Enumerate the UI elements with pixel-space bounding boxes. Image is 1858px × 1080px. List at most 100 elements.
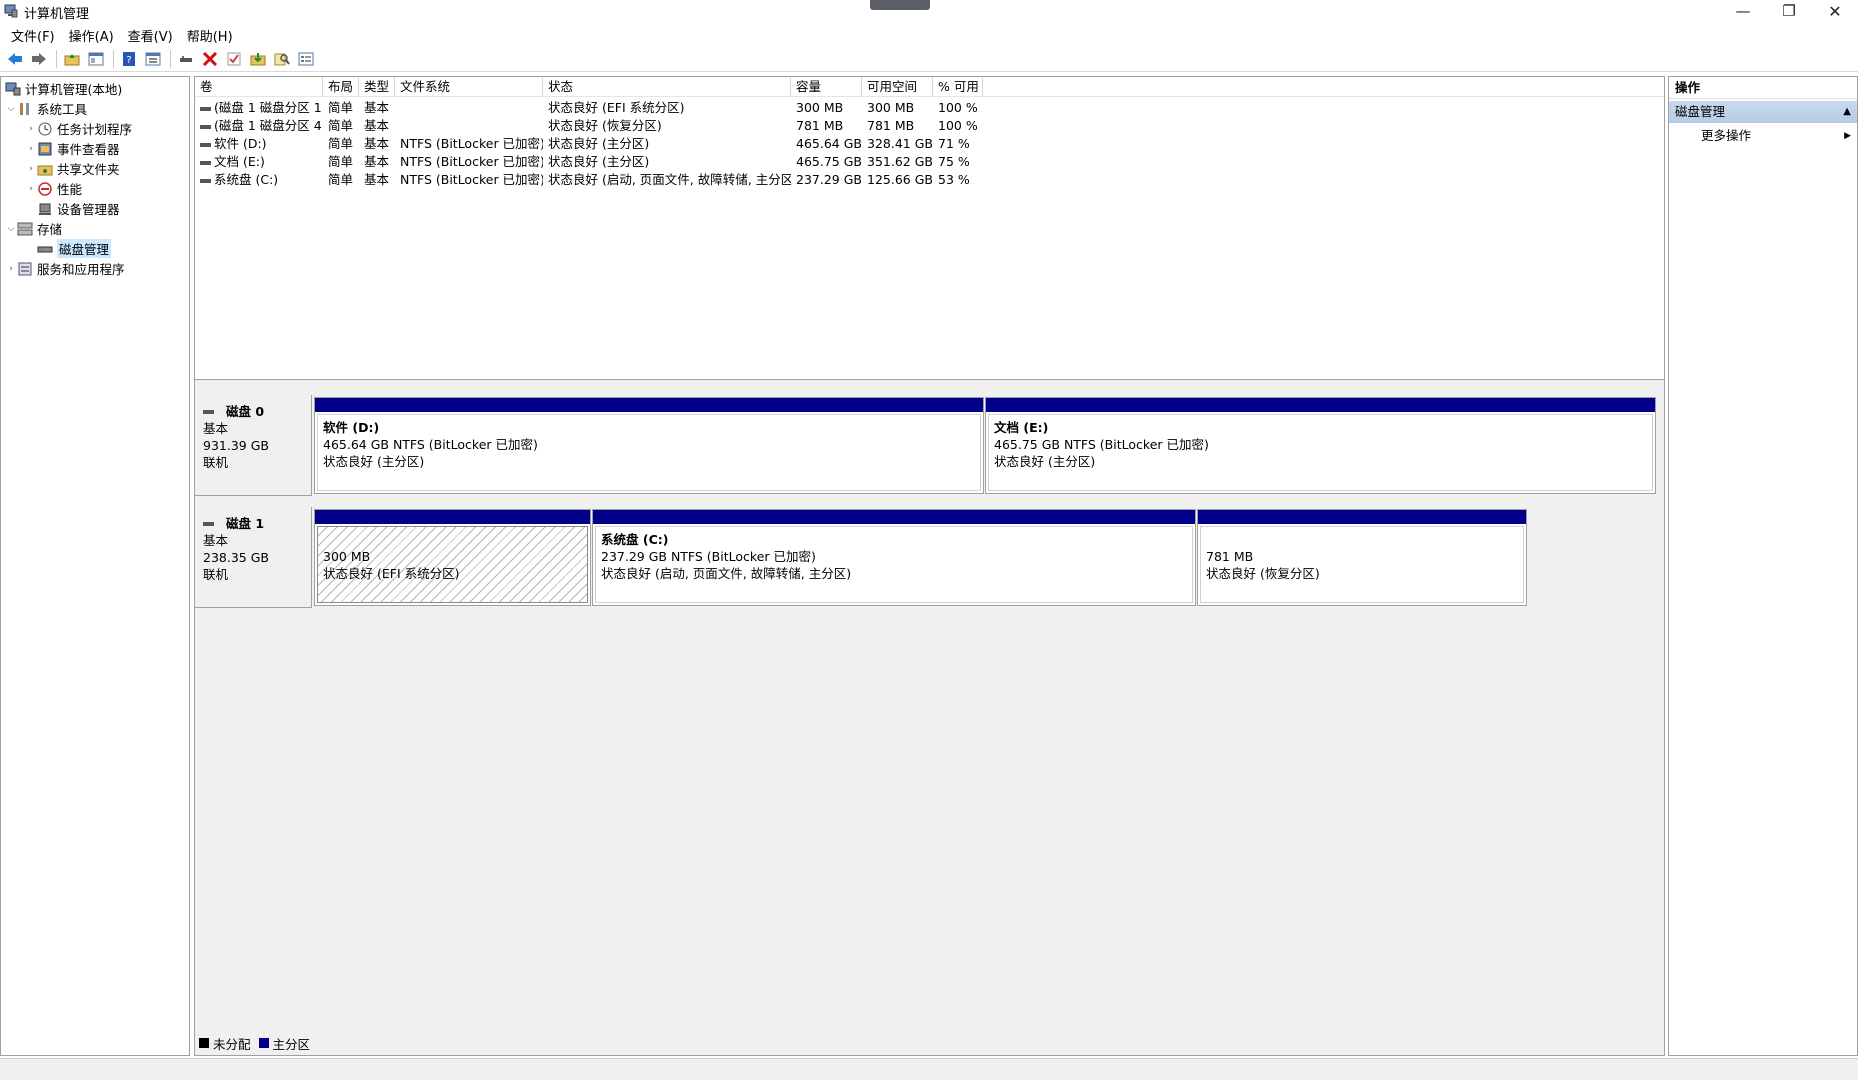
chevron-right-icon[interactable]: › (25, 124, 37, 134)
section-label: 磁盘管理 (1675, 104, 1726, 119)
partition-e[interactable]: 文档 (E:) 465.75 GB NTFS (BitLocker 已加密) 状… (985, 397, 1656, 494)
restore-button[interactable]: ❐ (1766, 0, 1812, 22)
column-header-filesystem[interactable]: 文件系统 (395, 77, 543, 97)
menu-file[interactable]: 文件(F) (4, 26, 62, 45)
check-icon[interactable] (223, 49, 245, 69)
cell-free-space: 328.41 GB (867, 136, 933, 151)
chevron-down-icon[interactable]: ⌵ (5, 224, 17, 234)
partition-c[interactable]: 系统盘 (C:) 237.29 GB NTFS (BitLocker 已加密) … (592, 509, 1196, 606)
show-hide-tree-icon[interactable] (85, 49, 107, 69)
toolbar-separator (170, 50, 171, 68)
chevron-right-icon[interactable]: › (25, 164, 37, 174)
partition-name (1206, 531, 1518, 548)
partition-body: 软件 (D:) 465.64 GB NTFS (BitLocker 已加密) 状… (317, 414, 981, 491)
legend-unallocated-swatch (199, 1038, 209, 1048)
search-icon[interactable] (271, 49, 293, 69)
toolbar: ? (0, 47, 1858, 72)
properties-icon[interactable] (142, 49, 164, 69)
legend-unallocated-label: 未分配 (213, 1036, 251, 1052)
cell-text: (磁盘 1 磁盘分区 4) (214, 118, 323, 133)
column-header-type[interactable]: 类型 (359, 77, 395, 97)
partition-detail: 300 MB (323, 549, 371, 564)
column-header-percent-free[interactable]: % 可用 (933, 77, 983, 97)
table-row[interactable]: 系统盘 (C:) 简单 基本 NTFS (BitLocker 已加密) 状态良好… (195, 171, 983, 189)
list-icon[interactable] (295, 49, 317, 69)
tree-item-device-manager[interactable]: 设备管理器 (37, 199, 120, 218)
table-row[interactable]: 软件 (D:) 简单 基本 NTFS (BitLocker 已加密) 状态良好 … (195, 135, 983, 153)
new-folder-icon[interactable] (247, 49, 269, 69)
cell-free-space: 781 MB (867, 118, 915, 133)
tree-item-shared-folders[interactable]: › 共享文件夹 (25, 159, 119, 178)
tree-item-root[interactable]: 计算机管理(本地) (5, 79, 122, 98)
close-button[interactable]: ✕ (1812, 0, 1858, 22)
toolbar-separator (56, 50, 57, 68)
menu-help[interactable]: 帮助(H) (180, 26, 240, 45)
volume-list: 卷 布局 类型 文件系统 状态 容量 可用空间 % 可用 (磁盘 1 磁盘分区 … (195, 77, 1664, 380)
disk-0-row: 磁盘 0 基本 931.39 GB 联机 软件 (D:) 465.64 GB N… (195, 395, 1664, 496)
tree-item-event-viewer[interactable]: › 事件查看器 (25, 139, 120, 158)
menu-action[interactable]: 操作(A) (62, 26, 121, 45)
cell-percent-free: 100 % (938, 100, 978, 115)
computer-management-icon (5, 82, 21, 95)
cell-capacity: 237.29 GB (796, 172, 862, 187)
drive-icon (200, 160, 211, 165)
partition-name (323, 531, 582, 548)
cell-text: 文档 (E:) (214, 154, 265, 169)
partition-d[interactable]: 软件 (D:) 465.64 GB NTFS (BitLocker 已加密) 状… (314, 397, 984, 494)
more-actions-label: 更多操作 (1701, 128, 1752, 143)
actions-section-disk-management[interactable]: 磁盘管理 ▲ (1669, 101, 1857, 123)
tree-item-storage[interactable]: ⌵ 存储 (5, 219, 62, 238)
chevron-right-icon[interactable]: › (5, 264, 17, 274)
partition-detail: 465.75 GB NTFS (BitLocker 已加密) (994, 437, 1209, 452)
pane-splitter[interactable] (195, 380, 1664, 386)
cell-filesystem (395, 99, 543, 117)
partition-efi[interactable]: 300 MB 状态良好 (EFI 系统分区) (314, 509, 591, 606)
cell-capacity: 781 MB (796, 118, 844, 133)
tree-item-performance[interactable]: › 性能 (25, 179, 82, 198)
device-manager-icon (39, 203, 51, 215)
collapse-up-icon[interactable]: ▲ (1843, 101, 1851, 123)
column-header-free-space[interactable]: 可用空间 (862, 77, 933, 97)
disk-0-label[interactable]: 磁盘 0 基本 931.39 GB 联机 (195, 395, 312, 496)
tree-item-services-apps[interactable]: › 服务和应用程序 (5, 259, 125, 278)
table-row[interactable]: (磁盘 1 磁盘分区 1) 简单 基本 状态良好 (EFI 系统分区) 300 … (195, 99, 983, 117)
up-folder-icon[interactable] (61, 49, 83, 69)
cell-volume: 文档 (E:) (195, 153, 323, 171)
cell-capacity: 465.64 GB (796, 136, 862, 151)
forward-icon[interactable] (28, 49, 50, 69)
tree-item-disk-management[interactable]: 磁盘管理 (37, 239, 112, 258)
partition-body: 781 MB 状态良好 (恢复分区) (1200, 526, 1524, 603)
help-icon[interactable]: ? (118, 49, 140, 69)
navigation-tree: 计算机管理(本地) ⌵ 系统工具 › 任务计划程序 › 事件查看器 › 共享文件… (0, 76, 190, 1056)
back-icon[interactable] (4, 49, 26, 69)
cell-status: 状态良好 (恢复分区) (548, 118, 662, 133)
menu-view[interactable]: 查看(V) (121, 26, 180, 45)
services-icon (18, 262, 32, 275)
cell-layout: 简单 (328, 100, 354, 115)
cell-percent-free: 53 % (938, 172, 970, 187)
tree-item-task-scheduler[interactable]: › 任务计划程序 (25, 119, 132, 138)
table-row[interactable]: (磁盘 1 磁盘分区 4) 简单 基本 状态良好 (恢复分区) 781 MB 7… (195, 117, 983, 135)
column-header-layout[interactable]: 布局 (323, 77, 359, 97)
column-header-capacity[interactable]: 容量 (791, 77, 862, 97)
disk-status: 联机 (203, 455, 229, 470)
connect-icon[interactable] (175, 49, 197, 69)
table-row[interactable]: 文档 (E:) 简单 基本 NTFS (BitLocker 已加密) 状态良好 … (195, 153, 983, 171)
delete-icon[interactable] (199, 49, 221, 69)
column-header-status[interactable]: 状态 (543, 77, 791, 97)
chevron-down-icon[interactable]: ⌵ (5, 104, 17, 114)
chevron-right-icon[interactable]: › (25, 184, 37, 194)
disk-icon (203, 409, 214, 414)
partition-recovery[interactable]: 781 MB 状态良好 (恢复分区) (1197, 509, 1527, 606)
partition-bar (315, 398, 983, 412)
chevron-right-icon[interactable]: › (25, 144, 37, 154)
disk-1-label[interactable]: 磁盘 1 基本 238.35 GB 联机 (195, 507, 312, 608)
drive-icon (200, 178, 211, 183)
more-actions-item[interactable]: 更多操作 ▶ (1669, 125, 1857, 147)
computer-management-icon (4, 4, 18, 18)
column-header-volume[interactable]: 卷 (195, 77, 323, 97)
minimize-button[interactable]: — (1720, 0, 1766, 22)
tree-item-system-tools[interactable]: ⌵ 系统工具 (5, 99, 87, 118)
drag-handle[interactable] (870, 0, 930, 10)
cell-volume: (磁盘 1 磁盘分区 1) (195, 99, 323, 117)
